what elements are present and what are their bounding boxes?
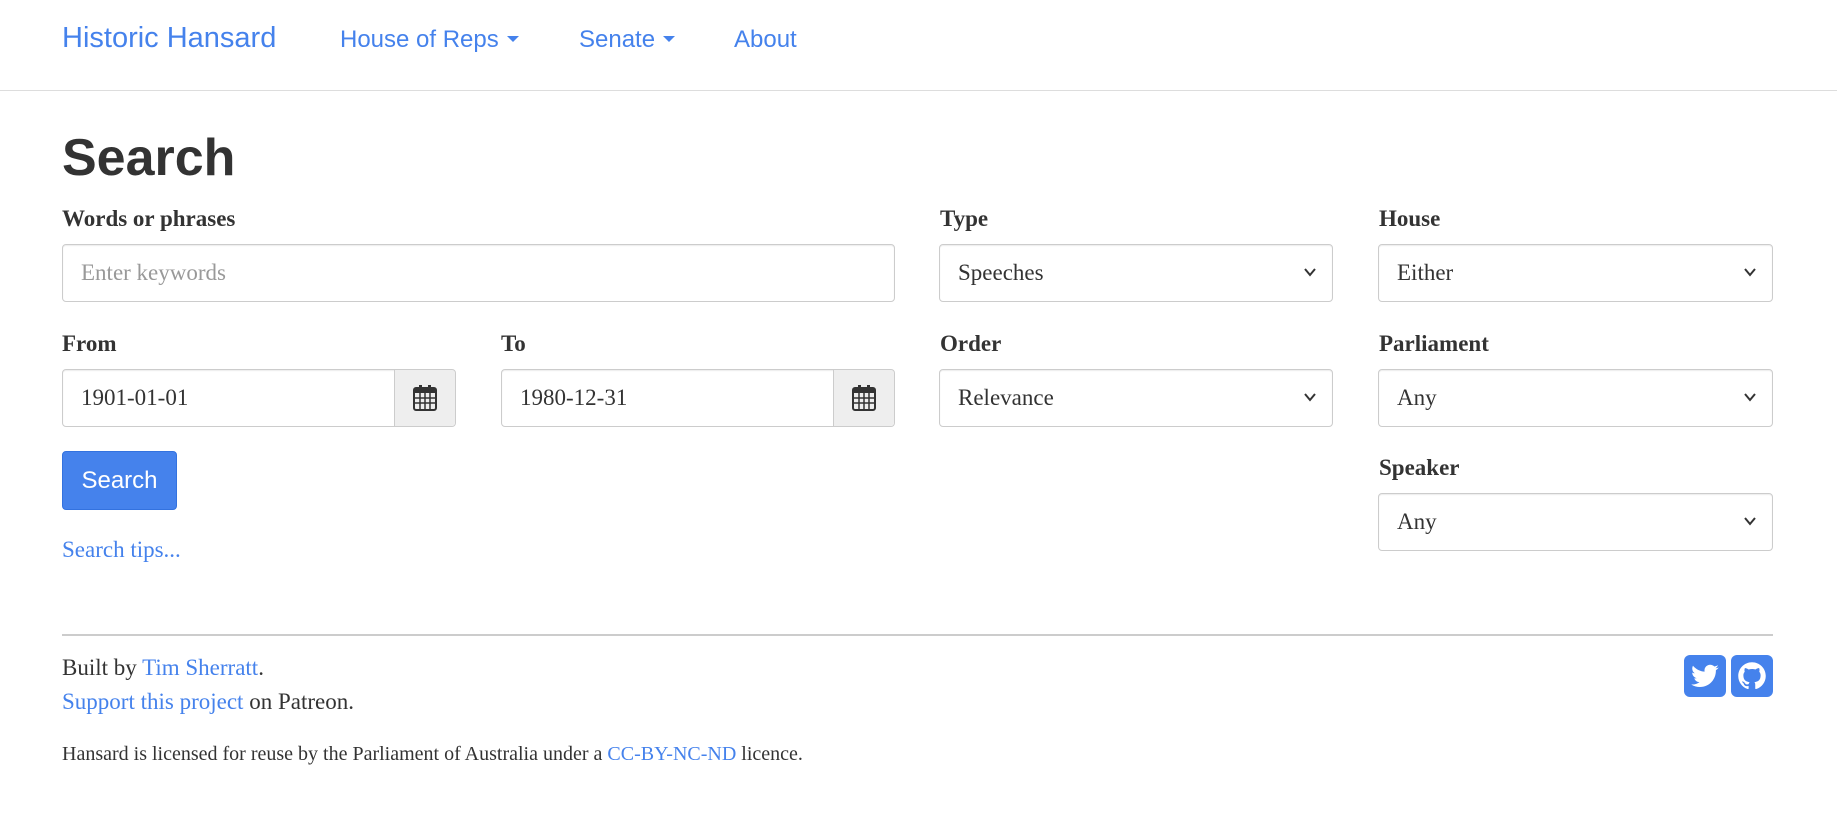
keywords-placeholder: Enter keywords bbox=[81, 260, 226, 285]
house-label: House bbox=[1379, 206, 1441, 231]
type-label: Type bbox=[940, 206, 989, 231]
order-select[interactable]: Relevance bbox=[939, 369, 1333, 427]
nav-senate-label: Senate bbox=[579, 26, 656, 53]
calendar-icon bbox=[413, 385, 437, 411]
to-calendar-button[interactable] bbox=[833, 370, 894, 426]
nav-about-label: About bbox=[734, 26, 797, 53]
brand-link[interactable]: Historic Hansard bbox=[62, 22, 276, 55]
support-link[interactable]: Support this project bbox=[62, 689, 243, 714]
from-calendar-button[interactable] bbox=[394, 370, 455, 426]
footer-built-prefix: Built by bbox=[62, 655, 143, 680]
caret-down-icon bbox=[506, 35, 519, 42]
to-date-input[interactable]: 1980-12-31 bbox=[501, 369, 895, 427]
house-select-value: Either bbox=[1397, 260, 1454, 285]
keywords-label: Words or phrases bbox=[62, 206, 236, 231]
navbar: Historic Hansard House of Reps Senate Ab… bbox=[0, 0, 1837, 91]
parliament-select-value: Any bbox=[1397, 385, 1437, 410]
footer-license-prefix: Hansard is licensed for reuse by the Par… bbox=[62, 743, 608, 765]
chevron-down-icon bbox=[1304, 393, 1316, 402]
from-label: From bbox=[62, 331, 117, 356]
parliament-select[interactable]: Any bbox=[1378, 369, 1773, 427]
footer-built-suffix: . bbox=[258, 655, 264, 680]
nav-house-of-reps[interactable]: House of Reps bbox=[340, 26, 519, 54]
chevron-down-icon bbox=[1304, 268, 1316, 277]
github-button[interactable] bbox=[1731, 655, 1773, 697]
nav-house-of-reps-label: House of Reps bbox=[340, 26, 499, 53]
twitter-button[interactable] bbox=[1684, 655, 1726, 697]
speaker-label: Speaker bbox=[1379, 455, 1460, 480]
caret-down-icon bbox=[663, 35, 676, 42]
calendar-icon bbox=[852, 385, 876, 411]
speaker-select[interactable]: Any bbox=[1378, 493, 1773, 551]
license-link[interactable]: CC-BY-NC-ND bbox=[607, 743, 736, 765]
chevron-down-icon bbox=[1744, 268, 1756, 277]
footer-support-suffix: on Patreon. bbox=[243, 689, 354, 714]
from-date-input[interactable]: 1901-01-01 bbox=[62, 369, 456, 427]
type-select[interactable]: Speeches bbox=[939, 244, 1333, 302]
parliament-label: Parliament bbox=[1379, 331, 1489, 356]
to-label: To bbox=[501, 331, 526, 356]
search-tips-link[interactable]: Search tips... bbox=[62, 537, 181, 563]
footer-support: Support this project on Patreon. bbox=[62, 689, 354, 715]
chevron-down-icon bbox=[1744, 517, 1756, 526]
chevron-down-icon bbox=[1744, 393, 1756, 402]
from-date-value: 1901-01-01 bbox=[81, 385, 189, 410]
footer-credit: Built by Tim Sherratt. bbox=[62, 655, 264, 681]
search-button[interactable]: Search bbox=[62, 451, 177, 510]
nav-about[interactable]: About bbox=[734, 26, 797, 54]
page-title: Search bbox=[62, 129, 236, 187]
speaker-select-value: Any bbox=[1397, 509, 1437, 534]
house-select[interactable]: Either bbox=[1378, 244, 1773, 302]
type-select-value: Speeches bbox=[958, 260, 1044, 285]
footer-license: Hansard is licensed for reuse by the Par… bbox=[62, 743, 803, 766]
github-icon bbox=[1738, 662, 1766, 690]
nav-senate[interactable]: Senate bbox=[579, 26, 676, 54]
to-date-value: 1980-12-31 bbox=[520, 385, 628, 410]
author-link[interactable]: Tim Sherratt bbox=[142, 655, 258, 680]
order-select-value: Relevance bbox=[958, 385, 1054, 410]
footer-license-suffix: licence. bbox=[736, 743, 803, 765]
keywords-input[interactable]: Enter keywords bbox=[62, 244, 895, 302]
order-label: Order bbox=[940, 331, 1002, 356]
twitter-icon bbox=[1691, 664, 1719, 687]
footer-divider bbox=[62, 634, 1773, 636]
